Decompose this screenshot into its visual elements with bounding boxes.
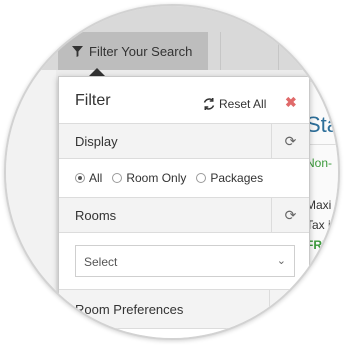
close-icon[interactable]: ✖ — [285, 94, 297, 111]
refresh-icon: ⟳ — [284, 206, 297, 223]
rooms-select-value: Select — [84, 255, 118, 269]
reset-all-label: Reset All — [219, 97, 267, 111]
radio-packages[interactable] — [196, 173, 207, 183]
display-option-label: Packages — [210, 171, 264, 185]
refresh-icon — [203, 98, 215, 110]
filter-title: Filter — [75, 92, 111, 109]
filter-tab-label: Filter Your Search — [89, 43, 193, 59]
background-left — [6, 70, 56, 338]
refresh-icon: ⟳ — [284, 132, 297, 149]
tab-divider — [278, 32, 279, 70]
minus-icon — [283, 308, 296, 310]
funnel-icon — [72, 45, 83, 57]
background-divider — [306, 144, 338, 145]
background-title: Sta — [306, 112, 340, 137]
popover-caret — [89, 68, 105, 76]
display-section-header: Display ⟳ — [59, 123, 309, 159]
filter-panel: Filter Reset All ✖ Display ⟳ All Room On… — [58, 76, 310, 338]
reset-all-button[interactable]: Reset All — [203, 97, 266, 111]
rooms-reset-button[interactable]: ⟳ — [271, 198, 309, 232]
display-option-packages[interactable]: Packages — [196, 171, 263, 185]
display-option-label: Room Only — [126, 171, 187, 185]
display-label: Display — [75, 134, 118, 149]
filter-your-search-tab[interactable]: Filter Your Search — [58, 32, 208, 70]
rooms-section-header: Rooms ⟳ — [59, 197, 309, 233]
display-option-room-only[interactable]: Room Only — [112, 171, 186, 185]
display-option-label: All — [89, 171, 103, 185]
rooms-select[interactable]: Select ⌄ — [75, 245, 295, 277]
room-preferences-section-header: Room Preferences — [59, 289, 309, 329]
room-preferences-toggle[interactable] — [269, 290, 309, 328]
display-option-all[interactable]: All — [75, 171, 102, 185]
rooms-label: Rooms — [75, 208, 117, 223]
magnifier-view: Filter Your Search Sta Non- Maxi Tax i F… — [4, 4, 340, 340]
radio-all[interactable] — [75, 173, 85, 183]
filter-panel-header: Filter Reset All ✖ — [59, 77, 309, 123]
chevron-down-icon: ⌄ — [276, 255, 286, 267]
display-reset-button[interactable]: ⟳ — [271, 124, 309, 158]
room-preferences-label: Room Preferences — [75, 302, 184, 317]
display-options: All Room Only Packages — [75, 171, 263, 185]
radio-room-only[interactable] — [112, 173, 123, 183]
tab-divider — [220, 32, 221, 70]
